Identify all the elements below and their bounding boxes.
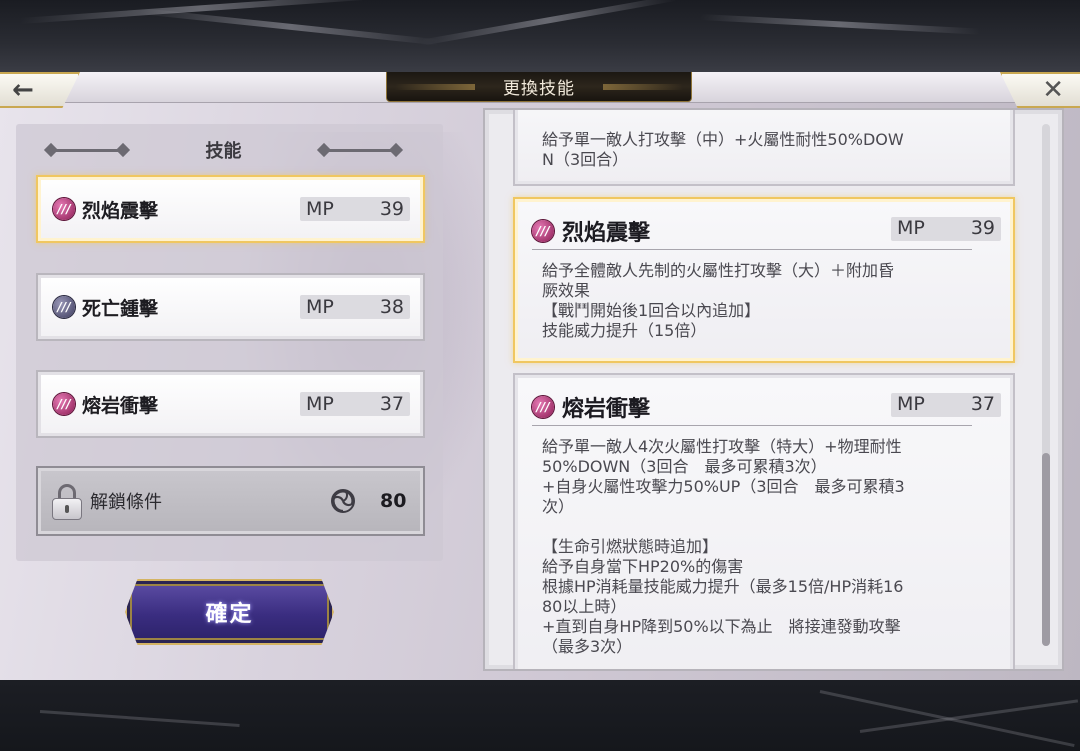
skill-description: 給予全體敵人先制的火屬性打攻擊（大）＋附加昏 厥效果 【戰鬥開始後1回合以內追加… bbox=[542, 261, 895, 340]
skill-list-header: 技能 bbox=[36, 136, 411, 164]
skill-detail-name: 熔岩衝擊 bbox=[562, 397, 651, 422]
skill-detail-card: /// 熔岩衝擊 MP 37 給予單一敵人4次火屬性打攻擊（特大）+物理耐性 5… bbox=[513, 373, 1015, 669]
mp-cost: MP 39 bbox=[300, 197, 410, 221]
dark-element-icon: /// bbox=[53, 296, 75, 318]
mp-label: MP bbox=[897, 393, 925, 415]
skill-detail-card-partial: 給予單一敵人打攻擊（中）+火屬性耐性50%DOW N（3回合） bbox=[513, 110, 1015, 186]
detail-scrollbar-thumb[interactable] bbox=[1042, 453, 1050, 646]
unlock-condition-value: 80 bbox=[380, 490, 407, 512]
skill-description: 給予單一敵人打攻擊（中）+火屬性耐性50%DOW N（3回合） bbox=[542, 130, 904, 169]
unlock-condition-label: 解鎖條件 bbox=[90, 492, 162, 513]
mp-label: MP bbox=[306, 393, 334, 415]
skill-row-2[interactable]: /// 死亡鍾擊 MP 38 bbox=[36, 273, 425, 341]
skill-detail-panel[interactable]: 給予單一敵人打攻擊（中）+火屬性耐性50%DOW N（3回合） /// 烈焰震擊… bbox=[483, 108, 1064, 671]
mp-label: MP bbox=[897, 217, 925, 239]
fire-element-icon: /// bbox=[532, 220, 554, 242]
skill-name: 烈焰震擊 bbox=[82, 199, 159, 222]
mp-value: 38 bbox=[379, 296, 404, 318]
divider bbox=[532, 249, 972, 250]
mp-value: 39 bbox=[379, 198, 404, 220]
swirl-icon bbox=[331, 489, 355, 513]
top-background bbox=[0, 0, 1080, 72]
page-title-plate: 更換技能 bbox=[386, 72, 692, 102]
close-icon: ✕ bbox=[1042, 75, 1064, 105]
divider bbox=[532, 425, 972, 426]
confirm-button[interactable]: 確定 bbox=[125, 579, 334, 645]
mp-value: 37 bbox=[379, 393, 404, 415]
skill-detail-name: 烈焰震擊 bbox=[562, 221, 651, 246]
back-arrow-icon: ← bbox=[12, 75, 34, 105]
skill-row-3[interactable]: /// 熔岩衝擊 MP 37 bbox=[36, 370, 425, 438]
mp-value: 37 bbox=[970, 393, 995, 415]
skill-detail-card-selected: /// 烈焰震擊 MP 39 給予全體敵人先制的火屬性打攻擊（大）＋附加昏 厥效… bbox=[513, 197, 1015, 363]
fire-element-icon: /// bbox=[53, 198, 75, 220]
mp-cost: MP 37 bbox=[891, 393, 1001, 417]
skill-list-title: 技能 bbox=[205, 141, 242, 162]
skill-name: 熔岩衝擊 bbox=[82, 394, 159, 417]
skill-name: 死亡鍾擊 bbox=[82, 297, 159, 320]
fire-element-icon: /// bbox=[532, 396, 554, 418]
mp-cost: MP 37 bbox=[300, 392, 410, 416]
mp-label: MP bbox=[306, 296, 334, 318]
mp-value: 39 bbox=[970, 217, 995, 239]
skill-description: 給予單一敵人4次火屬性打攻擊（特大）+物理耐性 50%DOWN（3回合 最多可累… bbox=[542, 437, 905, 656]
skill-detail-title: /// 烈焰震擊 bbox=[532, 215, 650, 247]
fire-element-icon: /// bbox=[53, 393, 75, 415]
mp-label: MP bbox=[306, 198, 334, 220]
skill-row-1[interactable]: /// 烈焰震擊 MP 39 bbox=[36, 175, 425, 243]
mp-cost: MP 38 bbox=[300, 295, 410, 319]
page-title: 更換技能 bbox=[503, 79, 575, 99]
mp-cost: MP 39 bbox=[891, 217, 1001, 241]
unlock-condition-row[interactable]: 解鎖條件 80 bbox=[36, 466, 425, 536]
bottom-background bbox=[0, 680, 1080, 751]
lock-icon bbox=[52, 484, 82, 520]
skill-detail-title: /// 熔岩衝擊 bbox=[532, 391, 650, 423]
